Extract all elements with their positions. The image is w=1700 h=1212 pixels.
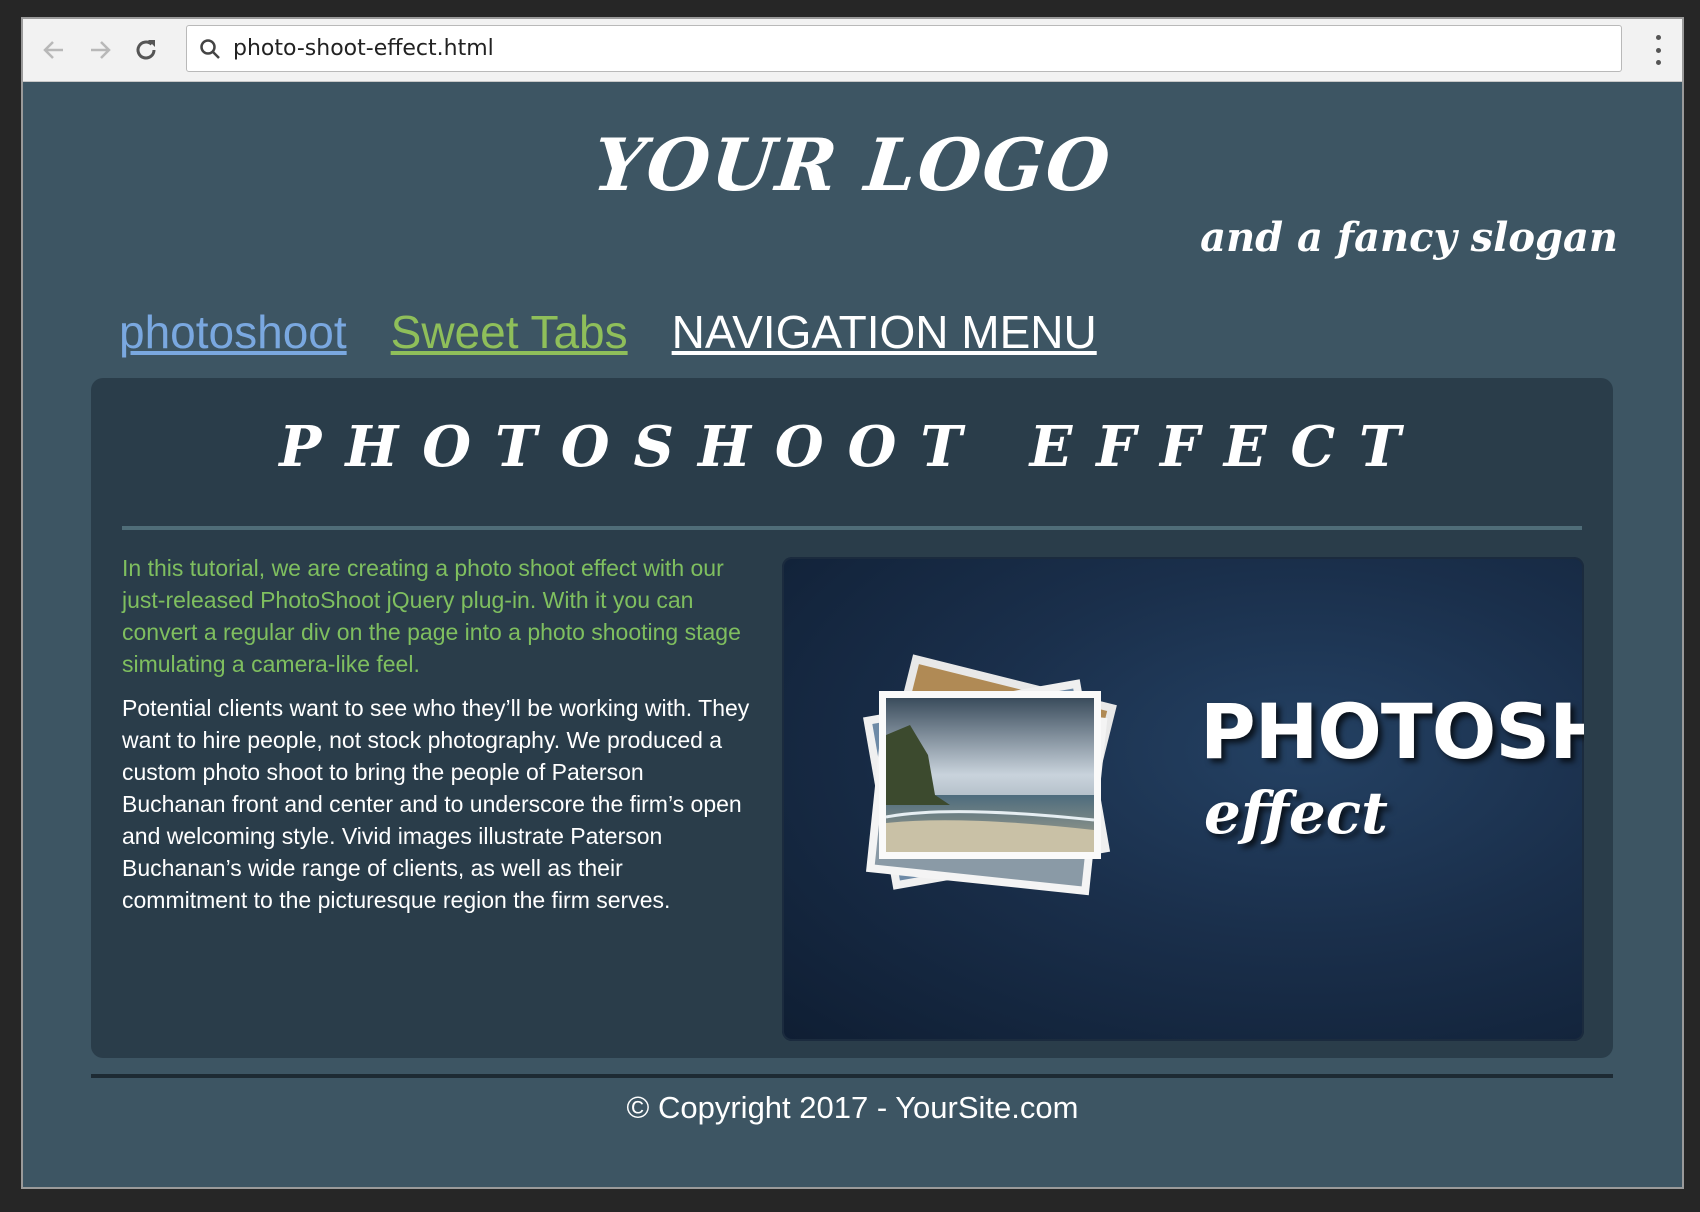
promo-subtitle: effect (1204, 779, 1388, 847)
site-slogan: and a fancy slogan (1200, 214, 1618, 261)
page-title: PHOTOSHOOT EFFECT (279, 414, 1425, 480)
title-divider (122, 526, 1582, 530)
reload-icon[interactable] (129, 33, 163, 67)
page-viewport: YOUR LOGO and a fancy slogan photoshoot … (23, 82, 1682, 1187)
browser-window: photo-shoot-effect.html YOUR LOGO and a … (21, 17, 1684, 1189)
main-navigation: photoshoot Sweet Tabs NAVIGATION MENU (119, 305, 1097, 359)
footer-copyright: © Copyright 2017 - YourSite.com (626, 1090, 1079, 1125)
promo-title: PHOTOSHOOT (1200, 687, 1584, 776)
nav-link-sweet-tabs[interactable]: Sweet Tabs (391, 305, 628, 359)
address-bar[interactable]: photo-shoot-effect.html (186, 25, 1622, 72)
url-text: photo-shoot-effect.html (233, 36, 494, 61)
nav-link-navigation-menu[interactable]: NAVIGATION MENU (672, 305, 1097, 359)
promo-image: PHOTOSHOOT effect (782, 557, 1584, 1041)
footer-divider (91, 1074, 1613, 1078)
nav-link-photoshoot[interactable]: photoshoot (119, 305, 347, 359)
browser-toolbar: photo-shoot-effect.html (23, 19, 1682, 82)
content-panel: PHOTOSHOOT EFFECT In this tutorial, we a… (91, 378, 1613, 1058)
forward-arrow-icon[interactable] (83, 33, 117, 67)
body-paragraph: Potential clients want to see who they’l… (122, 695, 750, 913)
search-icon (199, 38, 221, 60)
kebab-menu-icon[interactable] (1648, 35, 1668, 65)
site-logo[interactable]: YOUR LOGO (23, 122, 1682, 207)
intro-paragraph: In this tutorial, we are creating a phot… (122, 555, 741, 677)
back-arrow-icon[interactable] (37, 33, 71, 67)
photo-stack-icon (863, 654, 1117, 896)
